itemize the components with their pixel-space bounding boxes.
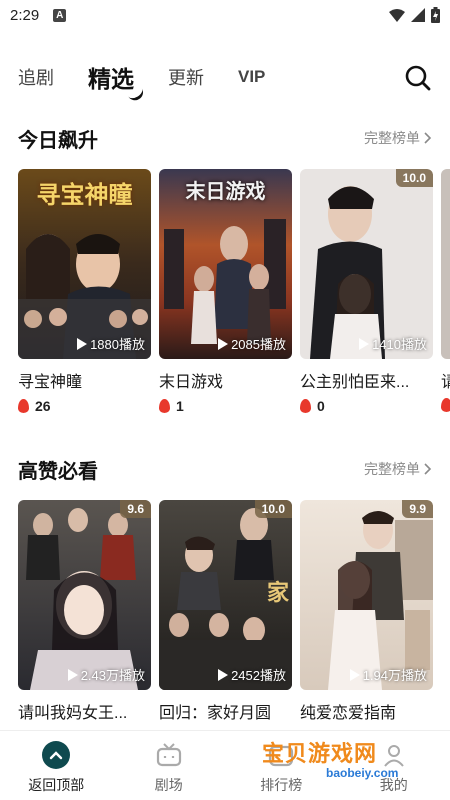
section-header-recommended: 高赞必看 完整榜单: [0, 454, 450, 484]
poster-image: 10.0 1410播放: [300, 169, 433, 359]
tab-zhuiju[interactable]: 追剧: [18, 64, 54, 90]
drama-card[interactable]: 请: [441, 169, 450, 412]
heat-count: 26: [18, 398, 151, 414]
play-count-text: 2.43万播放: [80, 668, 145, 683]
section-header-trending: 今日飙升 完整榜单: [0, 123, 450, 153]
up-arrow-icon: [42, 741, 71, 769]
drama-card[interactable]: 寻宝神瞳 1880播放 寻宝神瞳 26: [18, 169, 151, 414]
drama-card[interactable]: 家 10.0 2452播放 回归：家好月圆: [159, 500, 292, 723]
top-tab-bar: 追剧 精选 更新 VIP: [0, 52, 450, 104]
play-count-text: 2452播放: [231, 668, 286, 683]
full-ranking-link[interactable]: 完整榜单: [364, 459, 432, 479]
play-count: 1.94万播放: [349, 665, 427, 684]
flame-icon: [18, 399, 29, 413]
poster-image: 9.9 1.94万播放: [300, 500, 433, 690]
rating-badge: 9.9: [402, 500, 433, 518]
nav-label: 返回顶部: [28, 777, 85, 793]
wifi-icon: [389, 9, 405, 22]
section-title: 今日飙升: [18, 129, 98, 152]
poster-image: 家 10.0 2452播放: [159, 500, 292, 690]
drama-card[interactable]: 9.6 2.43万播放 请叫我妈女王...: [18, 500, 151, 723]
poster-image: 寻宝神瞳 1880播放: [18, 169, 151, 359]
poster-image: 9.6 2.43万播放: [18, 500, 151, 690]
play-count: 1410播放: [359, 334, 427, 353]
poster-image: 末日游戏 2085播放: [159, 169, 292, 359]
rating-badge: 10.0: [254, 500, 292, 518]
trending-row: 寻宝神瞳 1880播放 寻宝神瞳 26 末日游戏 2085播放 末日游戏 1 1…: [18, 169, 450, 419]
card-title: 请: [441, 368, 450, 392]
tab-gengxin[interactable]: 更新: [168, 64, 204, 90]
tv-icon: [155, 741, 183, 769]
card-title: 回归：家好月圆: [159, 705, 272, 722]
play-icon: [218, 337, 229, 350]
rating-badge: 9.6: [120, 500, 151, 518]
poster-art: 家: [159, 500, 292, 690]
flame-icon: [300, 399, 311, 413]
full-ranking-link[interactable]: 完整榜单: [364, 128, 432, 148]
nav-icon-wrap: [42, 741, 71, 769]
play-icon: [349, 668, 360, 681]
card-title: 末日游戏: [159, 374, 224, 391]
play-icon: [218, 668, 229, 681]
heat-value: 1: [176, 398, 184, 414]
heat-value: 26: [35, 398, 51, 414]
play-icon: [67, 668, 78, 681]
poster-art: [300, 500, 433, 690]
heat-count: 0: [300, 398, 433, 414]
play-count-text: 1880播放: [90, 337, 145, 352]
poster-art: [300, 169, 433, 359]
status-icons: [389, 7, 440, 23]
poster-image: [441, 169, 450, 359]
battery-icon: [431, 7, 440, 23]
flame-icon: [159, 399, 170, 413]
play-count: 2452播放: [218, 665, 286, 684]
play-count: 2085播放: [218, 334, 286, 353]
play-count-text: 2085播放: [231, 337, 286, 352]
card-title: 寻宝神瞳: [18, 374, 83, 391]
play-count-text: 1.94万播放: [362, 668, 427, 683]
play-count: 1880播放: [77, 334, 145, 353]
card-title: 公主别怕臣来...: [300, 374, 410, 391]
watermark-logo: 宝贝游戏网 baobeiy.com: [262, 736, 422, 784]
chevron-right-icon: [424, 132, 432, 144]
section-title: 高赞必看: [18, 460, 98, 483]
status-bar: 2:29 A: [0, 0, 450, 30]
status-time: 2:29: [10, 6, 40, 24]
svg-text:家: 家: [267, 580, 290, 606]
full-ranking-label: 完整榜单: [364, 461, 420, 477]
chevron-right-icon: [424, 463, 432, 475]
notification-a-icon: A: [53, 8, 67, 22]
heat-count: [441, 398, 450, 412]
signal-icon: [411, 8, 425, 22]
play-count-text: 1410播放: [372, 337, 427, 352]
rating-badge: 10.0: [395, 169, 433, 187]
tab-jingxuan[interactable]: 精选: [88, 60, 146, 104]
poster-title: 寻宝神瞳: [36, 180, 133, 209]
poster-art: [18, 500, 151, 690]
poster-title: 末日游戏: [185, 179, 266, 203]
tab-vip[interactable]: VIP: [238, 67, 265, 87]
nav-back-to-top[interactable]: 返回顶部: [0, 731, 113, 800]
search-icon[interactable]: [404, 64, 432, 92]
full-ranking-label: 完整榜单: [364, 130, 420, 146]
nav-label: 剧场: [154, 777, 183, 793]
card-title: 请叫我妈女王...: [18, 705, 128, 722]
recommended-row: 9.6 2.43万播放 请叫我妈女王... 家 10.0 2452播放 回归：家…: [18, 500, 450, 728]
watermark-text: 宝贝游戏网: [262, 742, 378, 767]
drama-card[interactable]: 9.9 1.94万播放 纯爱恋爱指南: [300, 500, 433, 723]
tab-jingxuan-label: 精选: [88, 66, 134, 92]
nav-theater[interactable]: 剧场: [113, 731, 226, 800]
flame-icon: [441, 398, 450, 412]
play-icon: [359, 337, 370, 350]
heat-value: 0: [317, 398, 325, 414]
drama-card[interactable]: 末日游戏 2085播放 末日游戏 1: [159, 169, 292, 414]
card-title: 纯爱恋爱指南: [300, 705, 397, 722]
drama-card[interactable]: 10.0 1410播放 公主别怕臣来... 0: [300, 169, 433, 414]
watermark-url: baobeiy.com: [326, 766, 399, 780]
play-count: 2.43万播放: [67, 665, 145, 684]
play-icon: [77, 337, 88, 350]
heat-count: 1: [159, 398, 292, 414]
